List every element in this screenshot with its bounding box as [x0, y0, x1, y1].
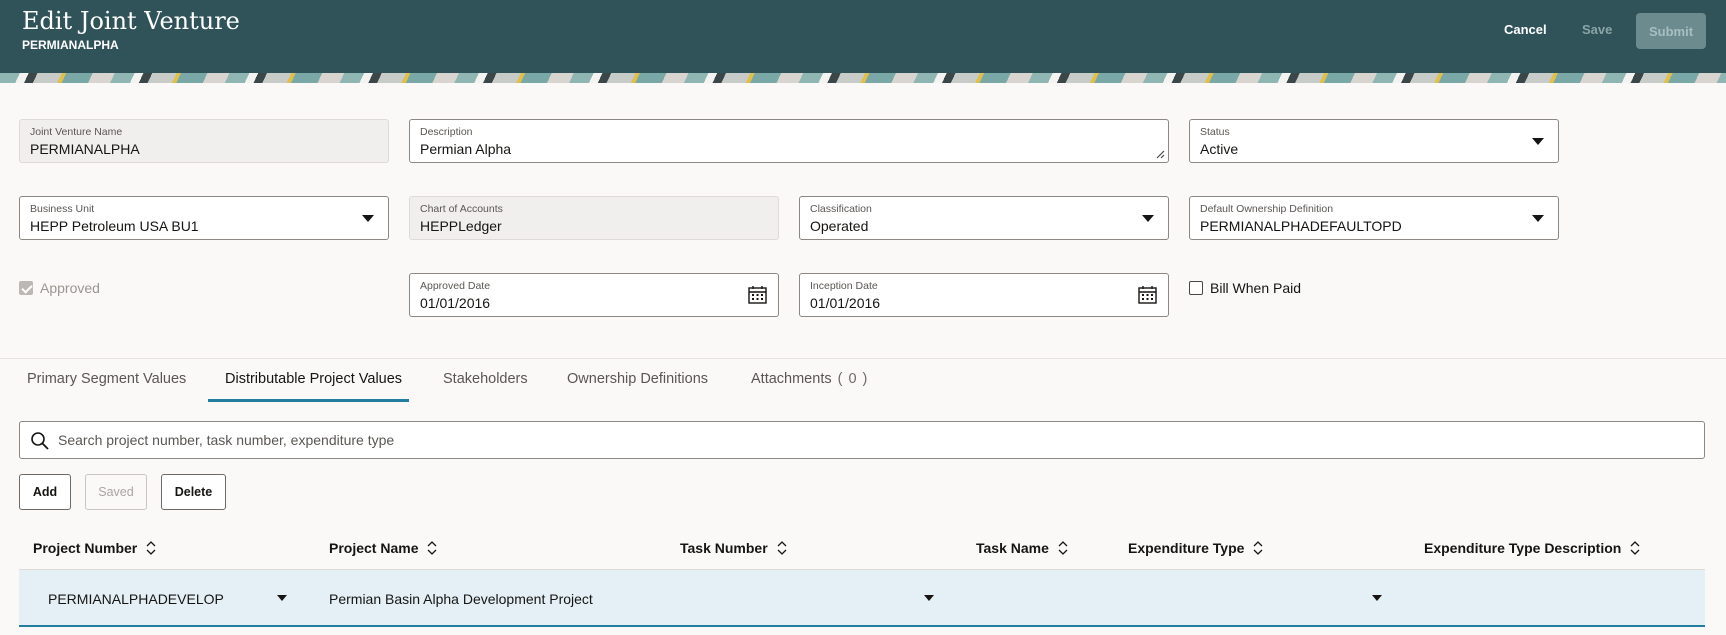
search-bar [19, 421, 1705, 459]
add-button[interactable]: Add [19, 474, 71, 510]
table-row[interactable]: PERMIANALPHADEVELOP Permian Basin Alpha … [19, 570, 1705, 627]
submit-button[interactable]: Submit [1636, 13, 1706, 49]
detail-tabs: Primary Segment Values Distributable Pro… [0, 358, 1726, 404]
checkbox-label: Bill When Paid [1210, 280, 1302, 296]
chevron-down-icon[interactable] [277, 595, 287, 601]
tab-label: Attachments [751, 371, 832, 387]
column-label: Project Name [329, 540, 419, 556]
chevron-down-icon[interactable] [1142, 215, 1154, 222]
attachments-count-badge: ( 0 ) [837, 371, 869, 387]
bill-when-paid-checkbox[interactable]: Bill When Paid [1189, 280, 1301, 296]
sort-icon[interactable] [146, 541, 156, 555]
field-label: Status [1200, 126, 1230, 138]
field-label: Classification [810, 203, 872, 215]
sort-icon[interactable] [427, 541, 437, 555]
column-header-project-name[interactable]: Project Name [329, 540, 437, 556]
project-number-cell[interactable]: PERMIANALPHADEVELOP [48, 591, 224, 607]
field-value: PERMIANALPHA [30, 141, 140, 157]
column-header-task-number[interactable]: Task Number [680, 540, 787, 556]
chevron-down-icon[interactable] [1532, 138, 1544, 145]
column-label: Project Number [33, 540, 138, 556]
column-label: Expenditure Type [1128, 540, 1245, 556]
approved-date-field[interactable]: Approved Date 01/01/2016 [409, 273, 779, 317]
tab-attachments[interactable]: Attachments ( 0 ) [751, 371, 868, 387]
column-label: Task Name [976, 540, 1049, 556]
tab-ownership-definitions[interactable]: Ownership Definitions [567, 371, 708, 387]
checkbox-checked-icon [19, 281, 33, 295]
save-button[interactable]: Save [1582, 22, 1612, 37]
field-label: Joint Venture Name [30, 126, 123, 138]
checkbox-unchecked-icon [1189, 281, 1203, 295]
table-header: Project Number Project Name Task Number … [19, 528, 1705, 570]
chevron-down-icon[interactable] [924, 595, 934, 601]
approved-checkbox[interactable]: Approved [19, 280, 100, 296]
page-header: Edit Joint Venture PERMIANALPHA Cancel S… [0, 0, 1726, 73]
column-header-expenditure-type[interactable]: Expenditure Type [1128, 540, 1263, 556]
search-input[interactable] [58, 423, 1658, 457]
sort-icon[interactable] [1058, 541, 1068, 555]
field-value: HEPPLedger [420, 218, 502, 234]
decorative-banner [0, 73, 1726, 83]
field-label: Business Unit [30, 203, 95, 215]
field-value: Permian Alpha [420, 141, 512, 157]
project-name-cell: Permian Basin Alpha Development Project [329, 591, 593, 607]
field-label: Default Ownership Definition [1200, 203, 1334, 215]
chart-of-accounts-field: Chart of Accounts HEPPLedger [409, 196, 779, 240]
column-label: Expenditure Type Description [1424, 540, 1622, 556]
column-header-task-name[interactable]: Task Name [976, 540, 1068, 556]
chevron-down-icon[interactable] [1532, 215, 1544, 222]
description-field[interactable]: Description Permian Alpha [409, 119, 1169, 163]
tab-primary-segment-values[interactable]: Primary Segment Values [27, 371, 186, 387]
chevron-down-icon[interactable] [362, 215, 374, 222]
joint-venture-form: Joint Venture Name PERMIANALPHA Descript… [0, 83, 1726, 358]
column-label: Task Number [680, 540, 768, 556]
resize-handle-icon[interactable] [1155, 149, 1165, 159]
active-tab-indicator [208, 399, 409, 402]
delete-button[interactable]: Delete [161, 474, 226, 510]
field-value: Active [1200, 141, 1239, 157]
field-value: 01/01/2016 [420, 295, 491, 311]
field-value: 01/01/2016 [810, 295, 881, 311]
field-value: PERMIANALPHADEFAULTOPD [1200, 218, 1402, 234]
sort-icon[interactable] [777, 541, 787, 555]
column-header-expenditure-type-description[interactable]: Expenditure Type Description [1424, 540, 1640, 556]
saved-button[interactable]: Saved [85, 474, 147, 510]
page-subtitle: PERMIANALPHA [22, 38, 119, 52]
cancel-button[interactable]: Cancel [1504, 22, 1547, 37]
tab-stakeholders[interactable]: Stakeholders [443, 371, 528, 387]
sort-icon[interactable] [1253, 541, 1263, 555]
classification-select[interactable]: Classification Operated [799, 196, 1169, 240]
search-icon [31, 432, 49, 450]
calendar-icon[interactable] [748, 285, 767, 304]
field-label: Inception Date [810, 280, 878, 292]
business-unit-select[interactable]: Business Unit HEPP Petroleum USA BU1 [19, 196, 389, 240]
field-value: Operated [810, 218, 869, 234]
status-select[interactable]: Status Active [1189, 119, 1559, 163]
field-value: HEPP Petroleum USA BU1 [30, 218, 199, 234]
inception-date-field[interactable]: Inception Date 01/01/2016 [799, 273, 1169, 317]
joint-venture-name-field: Joint Venture Name PERMIANALPHA [19, 119, 389, 163]
chevron-down-icon[interactable] [1372, 595, 1382, 601]
tab-distributable-project-values[interactable]: Distributable Project Values [225, 371, 402, 387]
field-label: Approved Date [420, 280, 491, 292]
calendar-icon[interactable] [1138, 285, 1157, 304]
default-ownership-definition-select[interactable]: Default Ownership Definition PERMIANALPH… [1189, 196, 1559, 240]
checkbox-label: Approved [40, 280, 100, 296]
page-title: Edit Joint Venture [22, 7, 240, 35]
field-label: Description [420, 126, 473, 138]
field-label: Chart of Accounts [420, 203, 503, 215]
column-header-project-number[interactable]: Project Number [33, 540, 156, 556]
sort-icon[interactable] [1630, 541, 1640, 555]
